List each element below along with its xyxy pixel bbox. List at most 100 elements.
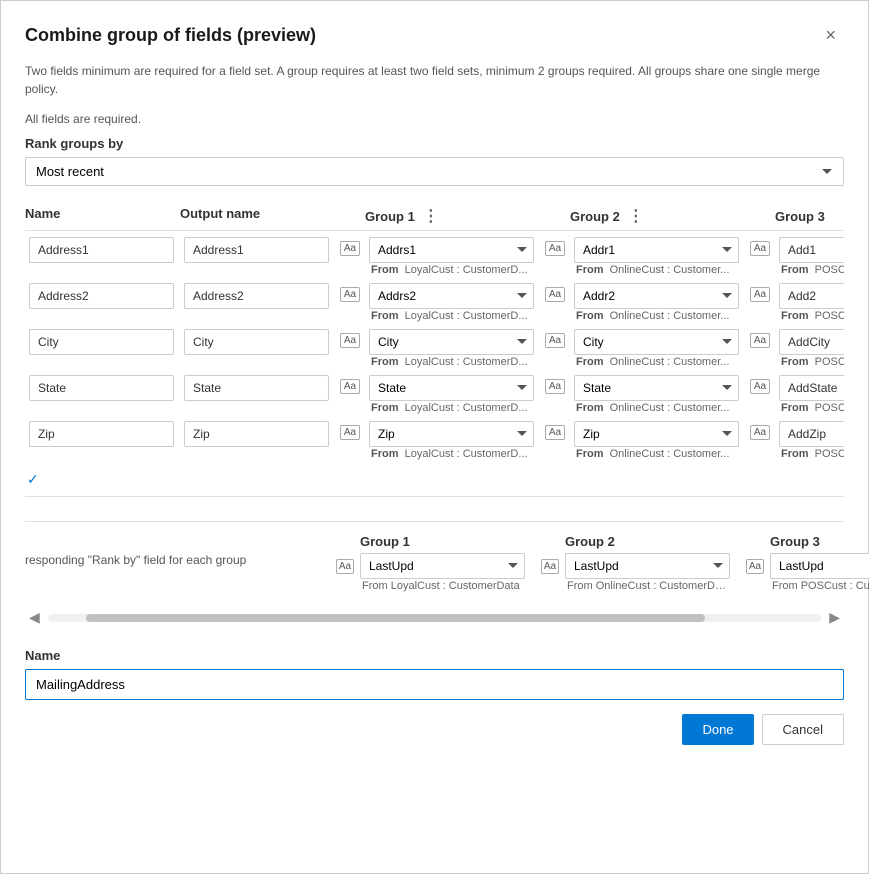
rank-g1-from: From LoyalCust : CustomerData [360, 579, 525, 593]
rank-g1-icon: Aa [330, 553, 360, 574]
row-g2-icon-1: Aa [540, 281, 570, 302]
checkmark-area: ✓ [25, 465, 844, 488]
row-g3-cell-3: From POSCust : Custo [775, 373, 844, 417]
row-name-input-0[interactable] [29, 237, 174, 263]
row-g1-select-1[interactable]: Addrs2 [369, 283, 534, 309]
row-g3-input-1[interactable] [779, 283, 844, 309]
row-g3-input-3[interactable] [779, 375, 844, 401]
row-g3-cell-2: From POSCust : Custo [775, 327, 844, 371]
row-g2-select-1[interactable]: Addr2 [574, 283, 739, 309]
table-row: Aa State From LoyalCust : CustomerD... A… [25, 373, 844, 417]
col-header-group3: Group 3 [775, 206, 844, 226]
row-g3-from-1: From POSCust : Custo [779, 309, 844, 323]
scrollbar-thumb[interactable] [86, 614, 705, 622]
rank-g1-cell: LastUpd From LoyalCust : CustomerData [360, 553, 535, 593]
rank-header-row: Group 1 Group 2 Group 3 [25, 534, 844, 549]
row-g3-input-4[interactable] [779, 421, 844, 447]
row-g1-icon-0: Aa [335, 235, 365, 256]
row-g3-input-2[interactable] [779, 329, 844, 355]
group2-kebab-icon[interactable]: ⋮ [628, 206, 644, 226]
rank-groups-select[interactable]: Most recent [25, 157, 844, 186]
scroll-right-arrow[interactable]: ▶ [825, 607, 844, 628]
row-g1-icon-4: Aa [335, 419, 365, 440]
row-output-input-4[interactable] [184, 421, 329, 447]
section-divider [25, 496, 844, 497]
row-g2-cell-1: Addr2 From OnlineCust : Customer... [570, 281, 745, 325]
row-g1-select-3[interactable]: State [369, 375, 534, 401]
col-header-name: Name [25, 206, 180, 226]
done-button[interactable]: Done [682, 714, 753, 745]
rank-group2-header: Group 2 [565, 534, 740, 549]
row-g1-cell-4: Zip From LoyalCust : CustomerD... [365, 419, 540, 463]
close-button[interactable]: × [817, 21, 844, 50]
rank-g3-icon: Aa [740, 553, 770, 574]
dialog-description: Two fields minimum are required for a fi… [25, 62, 844, 98]
col-header-output: Output name [180, 206, 335, 226]
row-g2-select-4[interactable]: Zip [574, 421, 739, 447]
row-g1-icon-2: Aa [335, 327, 365, 348]
row-g2-cell-3: State From OnlineCust : Customer... [570, 373, 745, 417]
required-note: All fields are required. [25, 112, 844, 126]
row-g2-from-2: From OnlineCust : Customer... [574, 355, 739, 369]
row-g2-select-2[interactable]: City [574, 329, 739, 355]
row-output-input-0[interactable] [184, 237, 329, 263]
name-section: Name [25, 648, 844, 700]
rank-g2-icon: Aa [535, 553, 565, 574]
row-output-cell-4 [180, 419, 335, 449]
row-g1-cell-1: Addrs2 From LoyalCust : CustomerD... [365, 281, 540, 325]
row-g3-icon-1: Aa [745, 281, 775, 302]
row-g3-icon-2: Aa [745, 327, 775, 348]
row-g2-icon-3: Aa [540, 373, 570, 394]
fields-scroll-area: Name Output name Group 1 ⋮ Group 2 ⋮ Gro… [25, 202, 844, 488]
row-name-input-2[interactable] [29, 329, 174, 355]
col-header-group2: Group 2 ⋮ [570, 206, 745, 226]
dialog-header: Combine group of fields (preview) × [25, 21, 844, 50]
fields-table: Name Output name Group 1 ⋮ Group 2 ⋮ Gro… [25, 202, 844, 488]
row-name-cell-4 [25, 419, 180, 449]
row-g3-icon-3: Aa [745, 373, 775, 394]
scroll-left-arrow[interactable]: ◀ [25, 607, 44, 628]
row-name-cell-3 [25, 373, 180, 403]
row-g2-select-0[interactable]: Addr1 [574, 237, 739, 263]
name-section-label: Name [25, 648, 844, 663]
row-g1-cell-0: Addrs1 From LoyalCust : CustomerD... [365, 235, 540, 279]
col-header-group1: Group 1 ⋮ [365, 206, 540, 226]
rank-g2-select[interactable]: LastUpd [565, 553, 730, 579]
check-icon: ✓ [27, 467, 39, 488]
row-g3-input-0[interactable] [779, 237, 844, 263]
row-output-input-1[interactable] [184, 283, 329, 309]
row-name-input-1[interactable] [29, 283, 174, 309]
row-g2-select-3[interactable]: State [574, 375, 739, 401]
row-g3-icon-0: Aa [745, 235, 775, 256]
row-g1-select-2[interactable]: City [369, 329, 534, 355]
row-g1-select-0[interactable]: Addrs1 [369, 237, 534, 263]
row-g1-cell-3: State From LoyalCust : CustomerD... [365, 373, 540, 417]
rank-label: Rank groups by [25, 136, 844, 151]
scrollbar-track[interactable] [48, 614, 821, 622]
row-name-cell-0 [25, 235, 180, 265]
row-g2-icon-4: Aa [540, 419, 570, 440]
row-g2-from-1: From OnlineCust : Customer... [574, 309, 739, 323]
rank-g2-from: From OnlineCust : CustomerData [565, 579, 730, 593]
row-name-input-4[interactable] [29, 421, 174, 447]
table-row: Aa City From LoyalCust : CustomerD... Aa… [25, 327, 844, 371]
name-input[interactable] [25, 669, 844, 700]
rank-section: Group 1 Group 2 Group 3 responding "Rank… [25, 521, 844, 597]
row-output-input-2[interactable] [184, 329, 329, 355]
cancel-button[interactable]: Cancel [762, 714, 844, 745]
rank-group3-header: Group 3 [770, 534, 869, 549]
table-row: Aa Addrs2 From LoyalCust : CustomerD... … [25, 281, 844, 325]
table-row: Aa Zip From LoyalCust : CustomerD... Aa … [25, 419, 844, 463]
row-name-input-3[interactable] [29, 375, 174, 401]
row-g1-select-4[interactable]: Zip [369, 421, 534, 447]
rank-row-label: responding "Rank by" field for each grou… [25, 553, 330, 567]
horizontal-scrollbar: ◀ ▶ [25, 607, 844, 628]
row-g2-from-4: From OnlineCust : Customer... [574, 447, 739, 461]
rank-g3-select[interactable]: LastUpd [770, 553, 869, 579]
table-rows: Aa Addrs1 From LoyalCust : CustomerD... … [25, 235, 844, 463]
group1-kebab-icon[interactable]: ⋮ [423, 206, 439, 226]
row-g1-from-3: From LoyalCust : CustomerD... [369, 401, 534, 415]
row-output-input-3[interactable] [184, 375, 329, 401]
rank-g1-select[interactable]: LastUpd [360, 553, 525, 579]
rank-g2-cell: LastUpd From OnlineCust : CustomerData [565, 553, 740, 593]
